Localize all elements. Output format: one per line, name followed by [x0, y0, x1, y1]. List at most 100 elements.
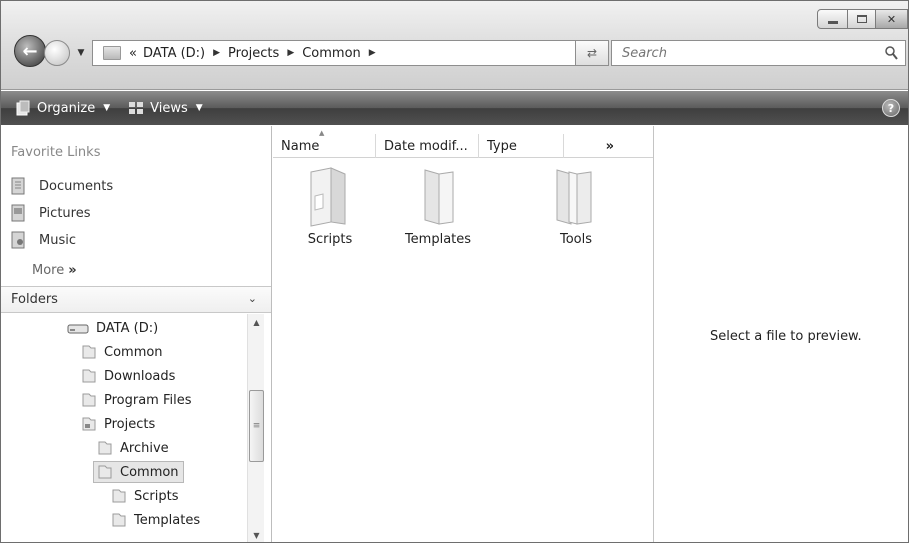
folder-icon — [112, 513, 126, 527]
tree-item-common-selected[interactable]: Common — [93, 461, 184, 483]
folders-header[interactable]: Folders ⌄ — [1, 286, 271, 313]
favorite-link-label: Pictures — [39, 205, 91, 221]
close-icon: ✕ — [886, 12, 897, 26]
scrollbar-thumb[interactable]: ≡ — [249, 390, 264, 462]
tree-item-label: DATA (D:) — [96, 320, 159, 336]
tree-item-data-drive[interactable]: DATA (D:) — [67, 317, 158, 339]
tree-item-label: Projects — [104, 416, 156, 432]
file-list-pane: ▲ Name Date modif... Type » Scripts Temp… — [273, 126, 653, 542]
folder-icon — [82, 345, 96, 359]
file-item-templates[interactable]: Templates — [393, 166, 483, 247]
folder-icon — [112, 489, 126, 503]
breadcrumb-separator-icon[interactable]: ▶ — [287, 48, 294, 58]
tree-item-label: Templates — [134, 512, 201, 528]
music-icon — [11, 231, 25, 249]
chevron-down-icon: ▼ — [195, 103, 203, 113]
organize-label: Organize — [37, 100, 96, 116]
title-bar: ✕ ← ▼ « DATA (D:) ▶ Projects ▶ Common ▶ … — [1, 1, 908, 90]
folder-icon — [310, 167, 346, 227]
navigation-pane: Favorite Links Documents Pictures Music … — [1, 126, 272, 542]
tree-item-scripts[interactable]: Scripts — [111, 485, 178, 507]
sort-ascending-icon: ▲ — [319, 129, 325, 137]
breadcrumb-projects[interactable]: Projects — [228, 46, 279, 61]
column-header-type[interactable]: Type — [479, 134, 564, 158]
scroll-up-icon[interactable]: ▲ — [248, 314, 265, 331]
back-button[interactable]: ← — [14, 35, 46, 67]
scroll-down-icon[interactable]: ▼ — [248, 527, 265, 542]
folder-tree-scrollbar[interactable]: ▲ ≡ ▼ — [247, 314, 265, 542]
favorite-link-music[interactable]: Music — [11, 231, 76, 249]
preview-message: Select a file to preview. — [710, 329, 862, 344]
close-button[interactable]: ✕ — [876, 9, 908, 29]
drive-icon — [67, 324, 89, 334]
column-header-label: Type — [487, 138, 517, 154]
tree-item-label: Downloads — [104, 368, 176, 384]
tree-item-label: Archive — [120, 440, 169, 456]
folder-icon — [82, 369, 96, 383]
tree-item-templates[interactable]: Templates — [111, 509, 200, 531]
views-icon — [129, 102, 144, 114]
column-header-label: Date modif... — [384, 138, 468, 154]
tree-item-projects[interactable]: Projects — [81, 413, 155, 435]
more-columns-button[interactable]: » — [564, 134, 624, 158]
column-headers: ▲ Name Date modif... Type » — [273, 129, 653, 158]
caption-buttons: ✕ — [817, 9, 908, 29]
breadcrumb-separator-icon[interactable]: ▶ — [213, 48, 220, 58]
favorite-link-documents[interactable]: Documents — [11, 177, 113, 195]
more-label: More — [32, 263, 65, 278]
folder-icon — [82, 393, 96, 407]
breadcrumb-common[interactable]: Common — [302, 46, 361, 61]
folders-title: Folders — [11, 292, 58, 307]
file-item-scripts[interactable]: Scripts — [285, 166, 375, 247]
tree-item-common[interactable]: Common — [81, 341, 163, 363]
tree-item-downloads[interactable]: Downloads — [81, 365, 175, 387]
breadcrumb-separator-icon[interactable]: ▶ — [369, 48, 376, 58]
favorite-link-label: Music — [39, 232, 76, 248]
help-icon[interactable]: ? — [882, 99, 900, 117]
favorite-links-title: Favorite Links — [11, 145, 101, 160]
breadcrumb-data-drive[interactable]: DATA (D:) — [143, 46, 205, 61]
maximize-button[interactable] — [848, 9, 876, 29]
refresh-button[interactable]: ⇄ — [575, 40, 609, 66]
file-item-tools[interactable]: Tools — [531, 166, 621, 247]
file-item-label: Templates — [404, 232, 472, 247]
favorite-link-pictures[interactable]: Pictures — [11, 204, 90, 222]
folder-icon — [98, 441, 112, 455]
command-bar: Organize ▼ Views ▼ ? — [1, 91, 908, 125]
organize-menu[interactable]: Organize ▼ — [15, 100, 110, 116]
recent-pages-dropdown[interactable]: ▼ — [74, 46, 88, 60]
pictures-icon — [11, 204, 25, 222]
tree-item-program-files[interactable]: Program Files — [81, 389, 192, 411]
forward-button[interactable] — [44, 40, 70, 66]
favorite-links-more[interactable]: More» — [32, 263, 77, 278]
favorite-link-label: Documents — [39, 178, 114, 194]
project-folder-icon — [82, 417, 96, 431]
tree-item-label: Program Files — [104, 392, 192, 408]
explorer-window: ✕ ← ▼ « DATA (D:) ▶ Projects ▶ Common ▶ … — [0, 0, 909, 543]
address-bar[interactable]: « DATA (D:) ▶ Projects ▶ Common ▶ ▼ — [92, 40, 601, 66]
tree-item-archive[interactable]: Archive — [97, 437, 169, 459]
column-header-name[interactable]: ▲ Name — [273, 129, 376, 158]
column-header-date-modified[interactable]: Date modif... — [376, 134, 479, 158]
search-input[interactable] — [622, 45, 862, 61]
folder-icon — [424, 169, 454, 225]
chevron-down-icon: ▼ — [77, 48, 85, 58]
minimize-button[interactable] — [817, 9, 848, 29]
tree-item-label: Common — [104, 344, 163, 360]
folder-tree: DATA (D:) Common Downloads Program Files… — [1, 314, 247, 542]
search-icon[interactable] — [883, 45, 899, 61]
tree-item-label: Scripts — [134, 488, 179, 504]
chevron-down-icon: ⌄ — [247, 292, 257, 305]
minimize-icon — [827, 20, 838, 24]
folder-icon — [103, 46, 121, 60]
organize-icon — [16, 100, 30, 116]
views-menu[interactable]: Views ▼ — [128, 100, 203, 116]
file-item-label: Scripts — [307, 232, 353, 247]
refresh-icon: ⇄ — [586, 46, 598, 60]
search-box[interactable] — [611, 40, 906, 66]
tree-item-label: Common — [120, 464, 179, 480]
chevron-down-icon: ▼ — [103, 103, 111, 113]
back-arrow-icon: ← — [22, 40, 38, 62]
breadcrumb-overflow[interactable]: « — [129, 46, 137, 61]
folder-icon — [98, 465, 112, 479]
